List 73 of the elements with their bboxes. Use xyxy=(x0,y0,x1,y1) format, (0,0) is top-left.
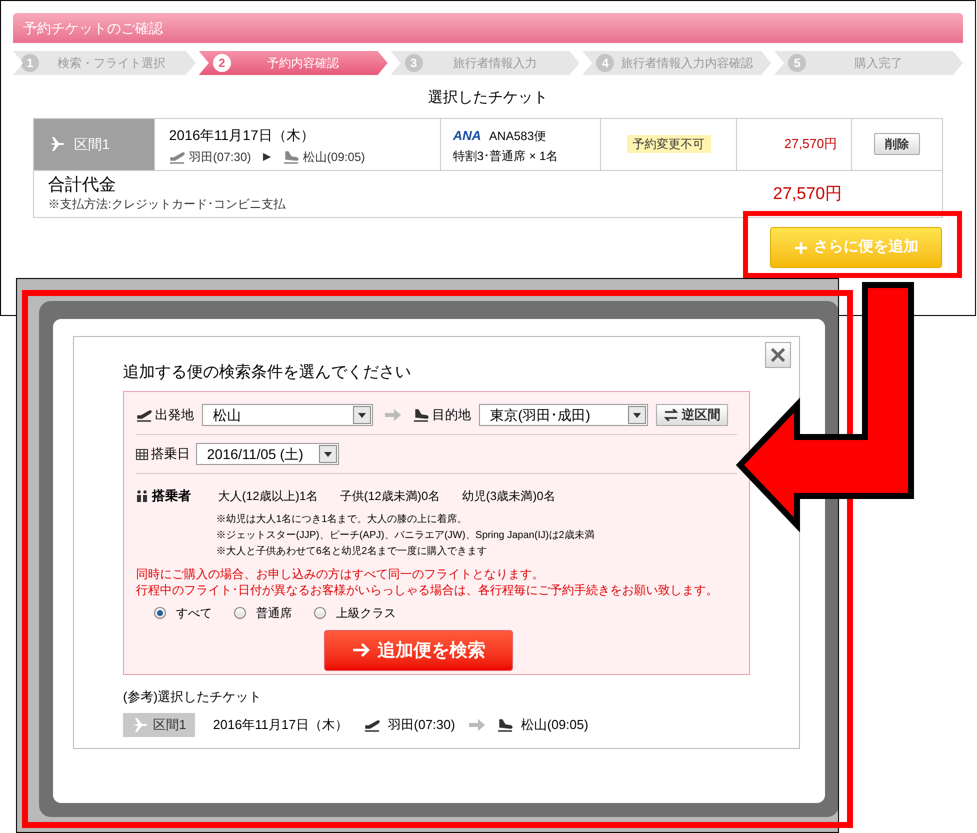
arrow-right-icon xyxy=(352,642,370,658)
radio-button[interactable] xyxy=(154,606,166,618)
plus-icon xyxy=(794,240,808,254)
radio-button[interactable] xyxy=(314,606,326,618)
payment-note: ※支払方法:クレジットカード･コンビニ支払 xyxy=(48,196,286,212)
section-title: 選択したチケット xyxy=(427,88,549,108)
people-icon xyxy=(136,490,148,502)
step-label: 検索・フライト選択 xyxy=(56,55,166,72)
reference-title: (参考)選択したチケット xyxy=(123,688,263,706)
price-text: 27,570円 xyxy=(784,135,837,154)
field-label: 出発地 xyxy=(155,406,194,424)
step-number: 1 xyxy=(21,54,39,72)
radio-label: すべて xyxy=(176,604,212,622)
fare-text: 特割3･普通席 × 1名 xyxy=(453,148,560,164)
segment-label: 区間1 xyxy=(74,134,110,154)
dropdown-caret-icon xyxy=(324,452,332,456)
step-label: 予約内容確認 xyxy=(266,55,340,72)
page-header: 予約チケットのご確認 xyxy=(13,13,963,43)
landing-icon xyxy=(497,718,514,732)
departure-text: 羽田(07:30) xyxy=(189,148,252,166)
field-label: 目的地 xyxy=(432,406,471,424)
note-text: ※幼児は大人1名につき1名まで。大人の膝の上に着席。 xyxy=(216,512,468,526)
arrow-right-icon xyxy=(385,409,401,421)
step-label: 旅行者情報入力内容確認 xyxy=(620,55,754,72)
flight-date: 2016年11月17日（木） xyxy=(213,716,348,734)
status-badge: 予約変更不可 xyxy=(626,135,710,153)
total-price: 27,570円 xyxy=(773,182,842,205)
step-label: 旅行者情報入力 xyxy=(452,55,538,72)
landing-icon xyxy=(413,408,429,422)
note-text: ※ジェットスター(JJP)、ピーチ(APJ)、バニラエア(JW)、Spring Japan(IJ)は2歳未満 xyxy=(216,528,596,542)
step-number: 4 xyxy=(596,54,614,72)
close-button[interactable] xyxy=(765,342,791,368)
date-select[interactable]: 2016/11/05 (土) xyxy=(196,443,339,465)
flight-date: 2016年11月17日（木） xyxy=(169,126,316,144)
radio-label: 上級クラス xyxy=(336,604,396,622)
warning-text: 同時にご購入の場合、お申し込みの方はすべて同一のフライトとなります。 xyxy=(136,566,545,582)
takeoff-icon xyxy=(136,408,152,422)
arrival-text: 松山(09:05) xyxy=(521,716,588,734)
total-label: 合計代金 xyxy=(48,174,117,194)
dropdown-caret-icon xyxy=(633,412,641,418)
flight-number: ANA583便 xyxy=(489,128,546,144)
close-icon xyxy=(770,347,786,363)
swap-icon xyxy=(664,409,678,421)
landing-icon xyxy=(283,150,300,164)
origin-select[interactable]: 松山 xyxy=(202,404,373,426)
departure-text: 羽田(07:30) xyxy=(388,716,456,734)
swap-route-button[interactable]: 逆区間 xyxy=(656,404,728,426)
airline-logo: ANA xyxy=(453,128,482,142)
play-icon xyxy=(263,152,272,160)
passenger-count: 幼児(3歳未満)0名 xyxy=(462,488,556,505)
arrow-right-icon xyxy=(469,718,486,730)
dropdown-caret-icon xyxy=(358,412,366,418)
destination-select[interactable]: 東京(羽田･成田) xyxy=(479,404,648,426)
arrival-text: 松山(09:05) xyxy=(303,148,366,166)
passenger-count: 大人(12歳以上)1名 xyxy=(218,488,318,505)
warning-text: 行程中のフライト･日付が異なるお客様がいらっしゃる場合は、各行程毎にご予約手続きをお願い致します。 xyxy=(136,582,719,598)
field-label: 搭乗者 xyxy=(152,487,191,505)
note-text: ※大人と子供あわせて6名と幼児2名まで一度に購入できます xyxy=(216,544,488,558)
passenger-count: 子供(12歳未満)0名 xyxy=(340,488,440,505)
delete-button[interactable]: 削除 xyxy=(874,133,920,155)
radio-label: 普通席 xyxy=(256,604,292,622)
field-label: 搭乗日 xyxy=(151,445,190,464)
step-label: 購入完了 xyxy=(854,55,904,72)
search-flights-button[interactable]: 追加便を検索 xyxy=(324,630,513,670)
calendar-icon xyxy=(136,448,148,460)
step-number: 3 xyxy=(404,54,423,72)
takeoff-icon xyxy=(169,150,185,164)
takeoff-icon xyxy=(364,718,380,732)
radio-button[interactable] xyxy=(234,606,246,618)
segment-label: 区間1 xyxy=(123,712,195,736)
step-number: 5 xyxy=(788,54,806,72)
dialog-title: 追加する便の検索条件を選んでください xyxy=(123,362,412,383)
step-number: 2 xyxy=(212,54,231,72)
